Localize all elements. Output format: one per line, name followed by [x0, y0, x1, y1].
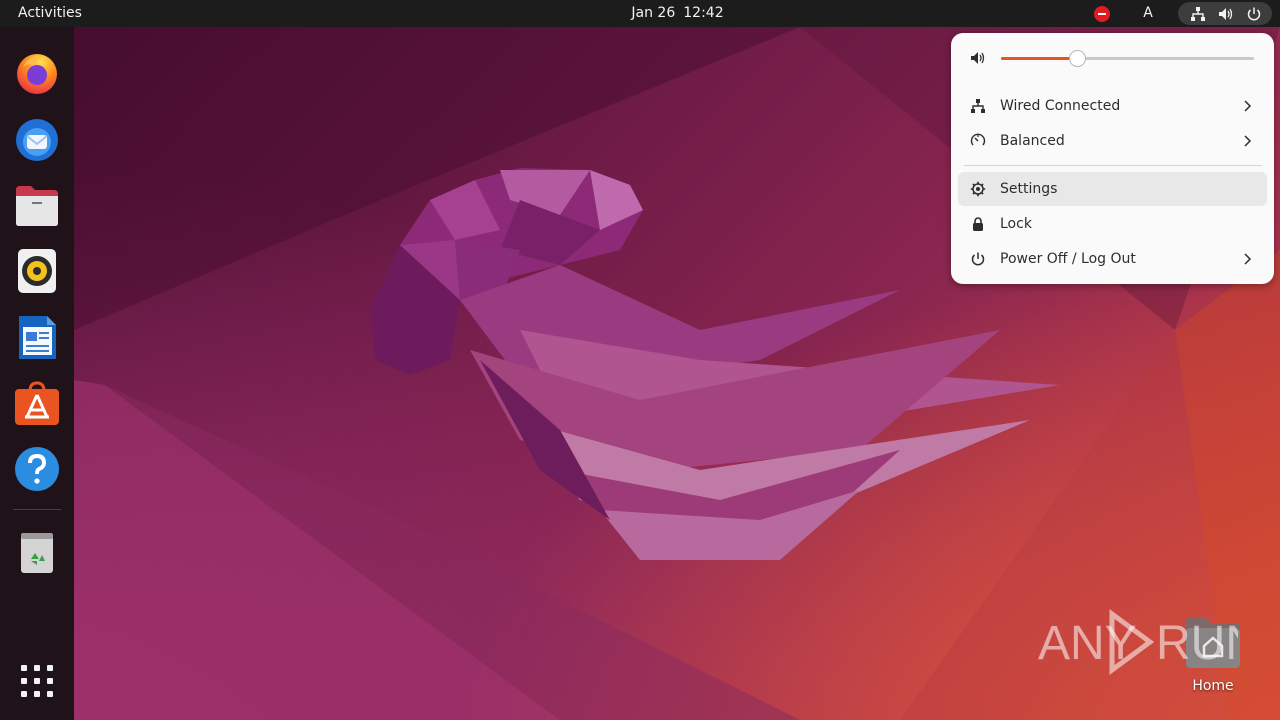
- dock-item-firefox[interactable]: [13, 49, 61, 97]
- do-not-disturb-icon[interactable]: [1094, 6, 1110, 22]
- dock-item-software[interactable]: [13, 379, 61, 427]
- chevron-right-icon: [1244, 100, 1252, 112]
- home-folder-label: Home: [1192, 678, 1234, 694]
- show-apps-button[interactable]: [13, 657, 61, 705]
- volume-slider[interactable]: [1001, 50, 1254, 67]
- trash-icon: [21, 533, 53, 573]
- menu-item-label: Lock: [1000, 216, 1032, 232]
- top-bar: Activities Jan 26 12:42 A: [0, 0, 1280, 27]
- chevron-right-icon: [1244, 135, 1252, 147]
- anyrun-logo: ANY RUN: [1038, 609, 1260, 675]
- files-icon: [16, 186, 58, 226]
- chevron-right-icon: [1244, 253, 1252, 265]
- firefox-icon: [17, 54, 57, 94]
- clock-time: 12:42: [683, 5, 724, 21]
- software-icon: [15, 381, 59, 425]
- dock-item-writer[interactable]: [13, 313, 61, 361]
- power-icon: [1247, 7, 1261, 21]
- menu-item-wired[interactable]: Wired Connected: [958, 89, 1267, 123]
- dock: [0, 27, 74, 720]
- menu-item-power-off[interactable]: Power Off / Log Out: [958, 242, 1267, 276]
- volume-icon: [1219, 8, 1233, 20]
- help-icon: [15, 447, 59, 491]
- volume-slider-knob[interactable]: [1068, 50, 1086, 67]
- network-wired-icon: [971, 99, 985, 113]
- clock-date: Jan 26: [631, 5, 676, 21]
- menu-item-label: Balanced: [1000, 133, 1065, 149]
- menu-item-settings[interactable]: Settings: [958, 172, 1267, 206]
- network-wired-icon: [1191, 7, 1205, 21]
- system-status-button[interactable]: [1178, 2, 1272, 25]
- thunderbird-icon: [16, 119, 58, 161]
- dock-item-files[interactable]: [13, 181, 61, 229]
- clock-button[interactable]: Jan 26 12:42: [600, 0, 755, 27]
- svg-text:RUN: RUN: [1156, 617, 1238, 670]
- menu-separator: [964, 165, 1262, 166]
- anyrun-watermark: ANY RUN: [1038, 606, 1260, 676]
- volume-slider-fill: [1001, 57, 1077, 60]
- writer-icon: [19, 316, 56, 359]
- dock-separator: [13, 509, 61, 510]
- volume-row: [951, 45, 1274, 71]
- dock-item-rhythmbox[interactable]: [13, 247, 61, 295]
- menu-item-label: Power Off / Log Out: [1000, 251, 1136, 267]
- menu-item-label: Settings: [1000, 181, 1058, 197]
- menu-item-label: Wired Connected: [1000, 98, 1121, 114]
- quick-settings-menu: Wired Connected Balanced Settings Lock P…: [951, 33, 1274, 284]
- dock-item-thunderbird[interactable]: [13, 115, 61, 163]
- power-profile-icon: [970, 133, 986, 146]
- dock-item-help[interactable]: [13, 445, 61, 493]
- activities-button[interactable]: Activities: [8, 0, 92, 27]
- rhythmbox-icon: [18, 249, 56, 293]
- app-grid-icon: [21, 665, 53, 697]
- input-source-indicator[interactable]: A: [1140, 0, 1156, 27]
- menu-item-power-mode[interactable]: Balanced: [958, 124, 1267, 158]
- volume-icon: [971, 52, 985, 64]
- dock-item-trash[interactable]: [13, 527, 61, 575]
- power-icon: [971, 252, 985, 266]
- lock-icon: [973, 217, 983, 231]
- menu-item-lock[interactable]: Lock: [958, 207, 1267, 241]
- gear-icon: [970, 181, 986, 197]
